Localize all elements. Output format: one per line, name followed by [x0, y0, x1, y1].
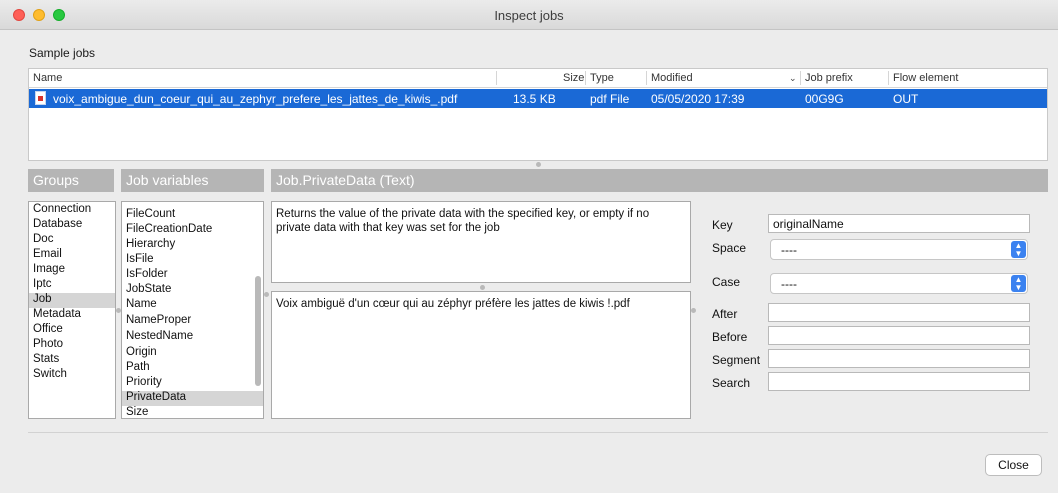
list-item[interactable]: Priority — [122, 376, 263, 391]
pdf-file-icon — [35, 91, 46, 105]
row-name: voix_ambigue_dun_coeur_qui_au_zephyr_pre… — [53, 92, 458, 106]
stepper-arrows-icon: ▲ ▼ — [1011, 241, 1026, 258]
list-item[interactable]: Size — [122, 406, 263, 418]
description-box: Returns the value of the private data wi… — [271, 201, 691, 283]
list-item[interactable]: NestedName — [122, 330, 263, 345]
case-select-value: ---- — [781, 277, 797, 291]
list-item[interactable]: Database — [29, 218, 115, 233]
vertical-splitter-handle[interactable] — [264, 292, 269, 297]
column-header-flow-element[interactable]: Flow element — [893, 72, 958, 84]
list-item[interactable]: Iptc — [29, 278, 115, 293]
job-variables-list[interactable]: FullName FileCount FileCreationDate Hier… — [121, 201, 264, 419]
column-divider — [888, 71, 889, 85]
list-item[interactable]: IsFolder — [122, 268, 263, 283]
inspect-jobs-window: Inspect jobs Sample jobs Name Size Type … — [0, 0, 1058, 493]
list-item-partial: FullName — [122, 202, 263, 208]
list-item[interactable]: FileCount — [122, 208, 263, 223]
list-item[interactable]: Image — [29, 263, 115, 278]
list-item-selected[interactable]: PrivateData — [122, 391, 263, 406]
space-label: Space — [712, 241, 747, 255]
after-field[interactable] — [768, 303, 1030, 322]
list-item[interactable]: Email — [29, 248, 115, 263]
sort-descending-icon: ⌄ — [789, 73, 797, 83]
list-item[interactable]: Switch — [29, 368, 115, 383]
list-item[interactable]: Photo — [29, 338, 115, 353]
horizontal-splitter-handle[interactable] — [480, 285, 485, 290]
space-select[interactable]: ---- ▲ ▼ — [770, 239, 1028, 260]
window-title: Inspect jobs — [494, 8, 564, 23]
list-item-selected[interactable]: Job — [29, 293, 115, 308]
vertical-splitter-handle[interactable] — [691, 308, 696, 313]
case-label: Case — [712, 275, 741, 289]
segment-field[interactable] — [768, 349, 1030, 368]
table-row[interactable]: voix_ambigue_dun_coeur_qui_au_zephyr_pre… — [29, 89, 1047, 108]
title-bar: Inspect jobs — [0, 0, 1058, 30]
stepper-arrows-icon: ▲ ▼ — [1011, 275, 1026, 292]
result-box[interactable]: Voix ambiguë d'un cœur qui au zéphyr pré… — [271, 291, 691, 419]
list-item[interactable]: Path — [122, 361, 263, 376]
column-divider — [646, 71, 647, 85]
case-select[interactable]: ---- ▲ ▼ — [770, 273, 1028, 294]
column-divider — [800, 71, 801, 85]
column-header-size[interactable]: Size — [563, 72, 584, 84]
column-header-modified[interactable]: Modified — [651, 72, 693, 84]
sample-jobs-table[interactable]: Name Size Type Modified ⌄ Job prefix Flo… — [28, 68, 1048, 161]
list-item[interactable]: Doc — [29, 233, 115, 248]
space-select-value: ---- — [781, 243, 797, 257]
list-item[interactable]: Connection — [29, 203, 115, 218]
table-header: Name Size Type Modified ⌄ Job prefix Flo… — [29, 69, 1047, 88]
list-item[interactable]: Stats — [29, 353, 115, 368]
column-divider — [585, 71, 586, 85]
groups-header: Groups — [28, 169, 114, 192]
search-label: Search — [712, 376, 751, 390]
list-item[interactable]: NameProper — [122, 314, 263, 329]
row-type: pdf File — [590, 92, 630, 106]
list-item[interactable]: Office — [29, 323, 115, 338]
list-item[interactable]: Hierarchy — [122, 238, 263, 253]
column-divider — [496, 71, 497, 85]
column-header-job-prefix[interactable]: Job prefix — [805, 72, 853, 84]
search-field[interactable] — [768, 372, 1030, 391]
groups-list[interactable]: Connection Database Doc Email Image Iptc… — [28, 201, 116, 419]
sample-jobs-label: Sample jobs — [29, 46, 96, 60]
column-header-type[interactable]: Type — [590, 72, 614, 84]
row-flow-element: OUT — [893, 92, 919, 106]
column-header-name[interactable]: Name — [33, 72, 62, 84]
before-field[interactable] — [768, 326, 1030, 345]
before-label: Before — [712, 330, 748, 344]
vertical-scrollbar[interactable] — [255, 276, 261, 386]
key-label: Key — [712, 218, 733, 232]
row-size: 13.5 KB — [513, 92, 556, 106]
horizontal-splitter-handle[interactable] — [536, 162, 541, 167]
list-item[interactable]: FileCreationDate — [122, 223, 263, 238]
row-job-prefix: 00G9G — [805, 92, 844, 106]
list-item[interactable]: Name — [122, 298, 263, 313]
segment-label: Segment — [712, 353, 761, 367]
key-field[interactable]: originalName — [768, 214, 1030, 233]
job-variables-header: Job variables — [121, 169, 264, 192]
close-button[interactable]: Close — [985, 454, 1042, 476]
list-item[interactable]: Origin — [122, 346, 263, 361]
list-item[interactable]: Metadata — [29, 308, 115, 323]
detail-header: Job.PrivateData (Text) — [271, 169, 1048, 192]
after-label: After — [712, 307, 738, 321]
footer-divider — [28, 432, 1048, 433]
list-item[interactable]: JobState — [122, 283, 263, 298]
list-item[interactable]: IsFile — [122, 253, 263, 268]
row-modified: 05/05/2020 17:39 — [651, 92, 745, 106]
